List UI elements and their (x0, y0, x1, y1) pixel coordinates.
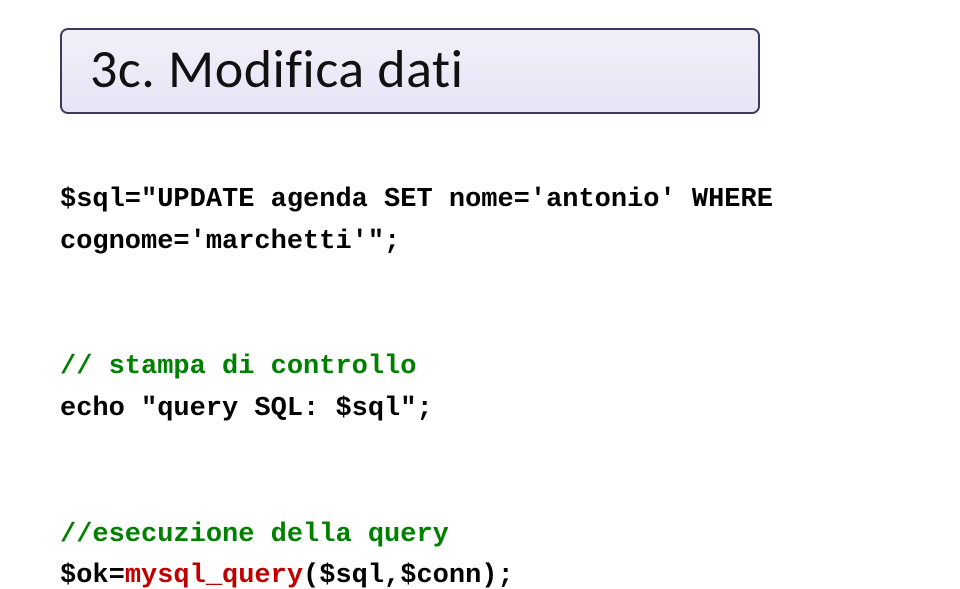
slide: 3c. Modifica dati $sql="UPDATE agenda SE… (0, 0, 960, 589)
code-line-1b: cognome='marchetti'"; (60, 227, 400, 257)
code-line-1a: $sql="UPDATE agenda SET nome='antonio' W… (60, 185, 773, 215)
code-line-3: echo "query SQL: $sql"; (60, 394, 433, 424)
title-box: 3c. Modifica dati (60, 28, 760, 114)
code-line-5c: ($sql,$conn); (303, 561, 514, 589)
code-comment-1: // stampa di controllo (60, 352, 416, 382)
code-comment-2: //esecuzione della query (60, 520, 449, 550)
code-line-5a: $ok= (60, 561, 125, 589)
code-block: $sql="UPDATE agenda SET nome='antonio' W… (60, 138, 900, 589)
slide-title: 3c. Modifica dati (90, 36, 464, 102)
code-func-mysql-query: mysql_query (125, 561, 303, 589)
